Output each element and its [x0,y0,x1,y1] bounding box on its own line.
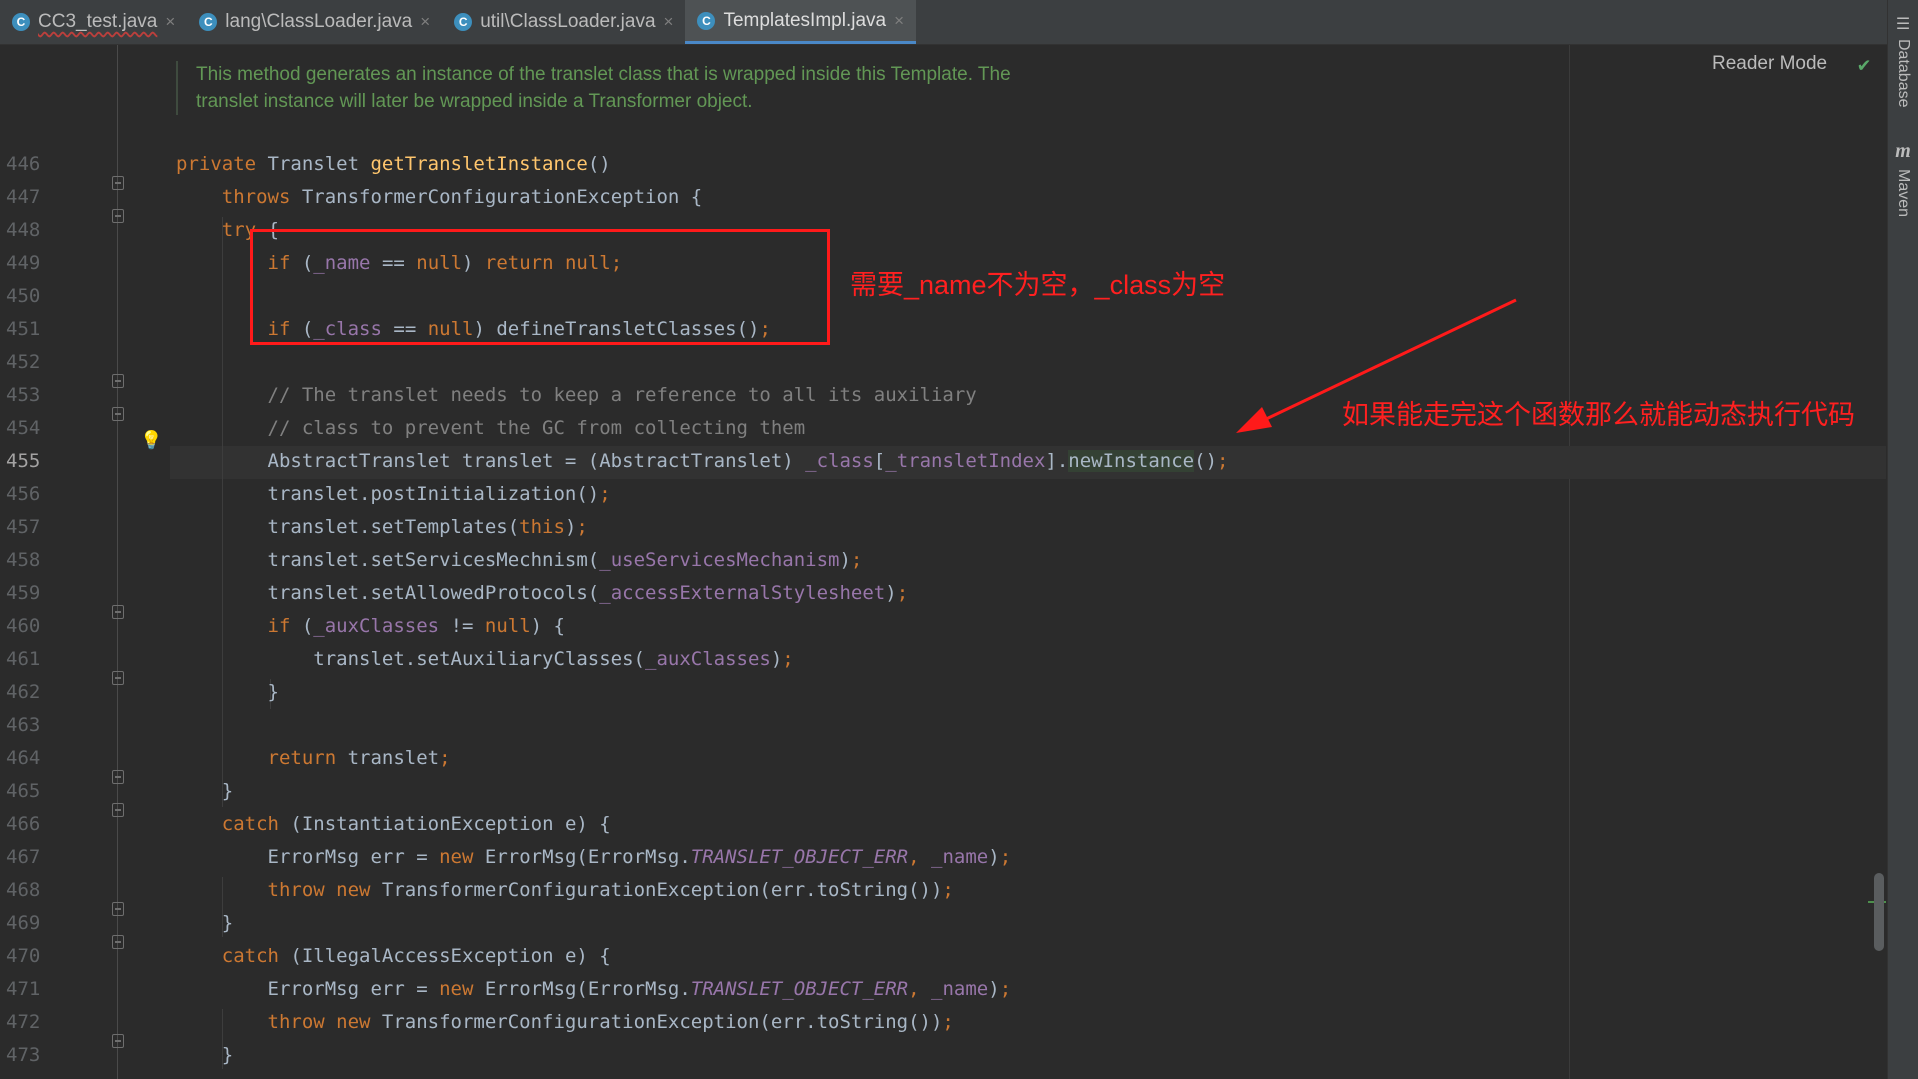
fold-marker-icon[interactable] [112,209,124,223]
line-number: 458 [6,549,41,571]
vertical-scrollbar-thumb[interactable] [1874,873,1884,951]
code-line: translet.setAllowedProtocols(_accessExte… [176,582,909,604]
reader-mode-button[interactable]: Reader Mode [1712,53,1827,75]
line-number: 472 [6,1011,41,1033]
fold-marker-icon[interactable] [112,803,124,817]
code-line: throw new TransformerConfigurationExcept… [267,879,954,901]
fold-marker-icon[interactable] [112,1034,124,1048]
right-margin-guide [1569,45,1570,1079]
check-icon[interactable]: ✔ [1858,52,1870,76]
maven-tool-button[interactable]: m Maven [1888,140,1918,217]
close-icon[interactable]: × [420,12,430,32]
tab-label: CC3_test.java [38,11,158,32]
database-icon: ☰ [1895,14,1911,33]
lightbulb-icon[interactable]: 💡 [140,431,162,451]
database-label: Database [1895,39,1912,108]
code-editor[interactable]: This method generates an instance of the… [0,45,1888,1079]
class-icon: C [12,13,30,31]
code-line: } [176,780,234,802]
close-icon[interactable]: × [664,12,674,32]
fold-marker-icon[interactable] [112,407,124,421]
line-number: 468 [6,879,41,901]
code-line: catch (InstantiationException e) { [221,813,611,835]
code-line: return translet; [267,747,451,769]
fold-marker-icon[interactable] [112,770,124,784]
tab-templatesimpl[interactable]: C TemplatesImpl.java × [685,0,917,44]
doc-line: translet instance will later be wrapped … [196,91,753,112]
line-number: 460 [6,615,41,637]
class-icon: C [454,13,473,31]
class-icon: C [697,11,716,30]
maven-label: Maven [1895,169,1912,218]
fold-marker-icon[interactable] [112,176,124,190]
line-number: 467 [6,846,41,868]
database-tool-button[interactable]: ☰ Database [1888,14,1918,108]
fold-marker-icon[interactable] [112,671,124,685]
tab-label: lang\ClassLoader.java [225,11,413,32]
tab-util-classloader[interactable]: C util\ClassLoader.java × [442,0,685,44]
line-number: 463 [6,714,41,736]
line-number: 446 [6,153,41,175]
fold-guide-line [117,45,118,1079]
code-line: translet.setTemplates(this); [176,516,588,538]
maven-icon: m [1895,140,1911,162]
tab-label: TemplatesImpl.java [723,9,887,31]
close-icon[interactable]: × [894,11,904,31]
code-line: translet.postInitialization(); [176,483,611,505]
code-line: throw new TransformerConfigurationExcept… [267,1011,954,1033]
line-number: 447 [6,186,41,208]
tab-label: util\ClassLoader.java [480,11,656,32]
fold-marker-icon[interactable] [112,902,124,916]
annotation-arrow-note: 如果能走完这个函数那么就能动态执行代码 [1342,400,1855,430]
line-number: 455 [6,450,41,472]
doc-line: This method generates an instance of the… [196,64,1011,85]
annotation-highlight-box [250,229,830,345]
editor-tab-bar: C CC3_test.java × C lang\ClassLoader.jav… [0,0,1888,45]
close-icon[interactable]: × [165,12,175,32]
tab-lang-classloader[interactable]: C lang\ClassLoader.java × [187,0,442,44]
line-number: 454 [6,417,41,439]
code-line: // The translet needs to keep a referenc… [267,384,977,406]
line-number: 450 [6,285,41,307]
code-line: if (_auxClasses != null) { [267,615,565,637]
line-number: 453 [6,384,41,406]
line-number: 456 [6,483,41,505]
fold-marker-icon[interactable] [112,935,124,949]
line-number: 448 [6,219,41,241]
code-line: } [176,681,279,703]
fold-marker-icon[interactable] [112,374,124,388]
line-number: 466 [6,813,41,835]
code-line: private Translet getTransletInstance() [176,153,611,175]
code-line: AbstractTranslet translet = (AbstractTra… [176,450,1229,472]
code-line: translet.setAuxiliaryClasses(_auxClasses… [176,648,794,670]
line-number: 449 [6,252,41,274]
line-number: 469 [6,912,41,934]
code-line: translet.setServicesMechnism(_useService… [176,549,863,571]
line-number: 473 [6,1044,41,1066]
class-icon: C [199,13,218,31]
line-number: 465 [6,780,41,802]
line-number: 457 [6,516,41,538]
code-line: ErrorMsg err = new ErrorMsg(ErrorMsg.TRA… [176,978,1012,1000]
line-number: 462 [6,681,41,703]
code-line: catch (IllegalAccessException e) { [221,945,611,967]
line-number: 470 [6,945,41,967]
line-number: 459 [6,582,41,604]
rendered-doc-comment: This method generates an instance of the… [176,61,1096,115]
code-line: throws TransformerConfigurationException… [221,186,703,208]
line-number: 452 [6,351,41,373]
line-number: 464 [6,747,41,769]
line-number: 451 [6,318,41,340]
code-line: } [176,912,234,934]
annotation-box-note: 需要_name不为空，_class为空 [850,270,1226,300]
line-number: 461 [6,648,41,670]
tab-cc3-test[interactable]: C CC3_test.java × [0,0,187,44]
code-line: ErrorMsg err = new ErrorMsg(ErrorMsg.TRA… [176,846,1012,868]
fold-marker-icon[interactable] [112,605,124,619]
line-number: 471 [6,978,41,1000]
code-line: // class to prevent the GC from collecti… [267,417,806,439]
code-line: } [176,1044,234,1066]
right-tool-strip: ☰ Database m Maven [1887,0,1918,1079]
